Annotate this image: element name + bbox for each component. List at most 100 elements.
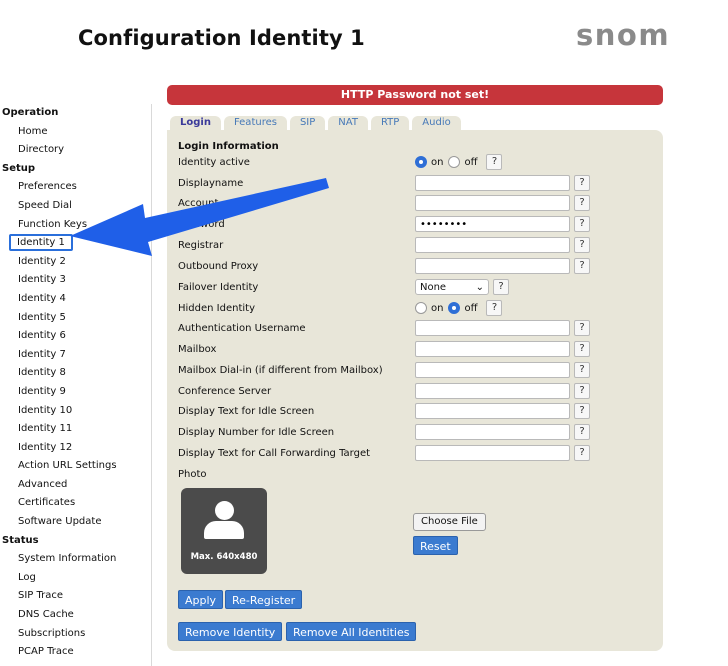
idle-text-help-button[interactable]: ?: [574, 403, 590, 419]
idle-number-input[interactable]: [415, 424, 570, 440]
cfwd-text-input[interactable]: [415, 445, 570, 461]
hidden-identity-control: on off ?: [415, 300, 503, 316]
hidden-identity-off-label: off: [464, 302, 478, 314]
tab-sip[interactable]: SIP: [289, 116, 326, 130]
displayname-input[interactable]: [415, 175, 570, 191]
nav-item-identity-4[interactable]: Identity 4: [0, 290, 151, 309]
nav-item-identity-6[interactable]: Identity 6: [0, 327, 151, 346]
nav-item-identity-1[interactable]: Identity 1: [0, 234, 151, 253]
nav-item-home[interactable]: Home: [0, 123, 151, 142]
reset-button[interactable]: Reset: [413, 536, 458, 555]
account-input[interactable]: [415, 195, 570, 211]
tab-login[interactable]: Login: [170, 116, 221, 130]
nav-item-pcap-trace[interactable]: PCAP Trace: [0, 643, 151, 662]
registrar-control: ?: [415, 237, 590, 253]
hidden-identity-off-radio[interactable]: [448, 302, 461, 314]
nav-item-software-update[interactable]: Software Update: [0, 513, 151, 532]
outbound-proxy-input[interactable]: [415, 258, 570, 274]
tab-bar: Login Features SIP NAT RTP Audio: [170, 116, 461, 130]
identity-active-help-button[interactable]: ?: [486, 154, 503, 170]
idle-number-label: Display Number for Idle Screen: [178, 427, 335, 438]
mailbox-input[interactable]: [415, 341, 570, 357]
login-panel: Login Information Identity active on off…: [167, 130, 663, 651]
conference-server-control: ?: [415, 383, 590, 399]
idle-text-label: Display Text for Idle Screen: [178, 406, 315, 417]
failover-identity-help-button[interactable]: ?: [493, 279, 509, 295]
mailbox-label: Mailbox: [178, 344, 217, 355]
nav-item-identity-8[interactable]: Identity 8: [0, 364, 151, 383]
nav-item-advanced[interactable]: Advanced: [0, 476, 151, 495]
nav-item-speed-dial[interactable]: Speed Dial: [0, 197, 151, 216]
mailbox-dialin-help-button[interactable]: ?: [574, 362, 590, 378]
displayname-control: ?: [415, 175, 590, 191]
nav-group-status: Status: [2, 534, 39, 546]
page-title: Configuration Identity 1: [78, 26, 365, 50]
choose-file-button[interactable]: Choose File: [413, 513, 486, 531]
failover-identity-label: Failover Identity: [178, 282, 259, 293]
nav-item-function-keys[interactable]: Function Keys: [0, 216, 151, 235]
identity-active-off-radio[interactable]: [448, 156, 461, 168]
auth-username-input[interactable]: [415, 320, 570, 336]
conference-server-label: Conference Server: [178, 386, 272, 397]
registrar-help-button[interactable]: ?: [574, 237, 590, 253]
nav-item-dns-cache[interactable]: DNS Cache: [0, 606, 151, 625]
conference-server-help-button[interactable]: ?: [574, 383, 590, 399]
remove-identity-button[interactable]: Remove Identity: [178, 622, 283, 641]
failover-identity-control: None ⌄ ?: [415, 279, 509, 295]
tab-features[interactable]: Features: [223, 116, 287, 130]
displayname-help-button[interactable]: ?: [574, 175, 590, 191]
tab-rtp[interactable]: RTP: [370, 116, 410, 130]
outbound-proxy-help-button[interactable]: ?: [574, 258, 590, 274]
password-control: ?: [415, 216, 590, 232]
photo-size-hint: Max. 640x480: [190, 552, 258, 562]
auth-username-help-button[interactable]: ?: [574, 320, 590, 336]
nav-item-identity-12[interactable]: Identity 12: [0, 439, 151, 458]
cfwd-text-help-button[interactable]: ?: [574, 445, 590, 461]
mailbox-dialin-input[interactable]: [415, 362, 570, 378]
mailbox-help-button[interactable]: ?: [574, 341, 590, 357]
failover-identity-select[interactable]: None ⌄: [415, 279, 489, 295]
nav-item-preferences[interactable]: Preferences: [0, 178, 151, 197]
password-input[interactable]: [415, 216, 570, 232]
nav-group-operation: Operation: [2, 107, 59, 118]
nav-item-identity-9[interactable]: Identity 9: [0, 383, 151, 402]
identity-active-label: Identity active: [178, 157, 250, 168]
tab-nat[interactable]: NAT: [328, 116, 368, 130]
registrar-input[interactable]: [415, 237, 570, 253]
apply-button[interactable]: Apply: [178, 590, 224, 609]
nav-item-identity-5[interactable]: Identity 5: [0, 309, 151, 328]
mailbox-dialin-control: ?: [415, 362, 590, 378]
outbound-proxy-label: Outbound Proxy: [178, 261, 259, 272]
conference-server-input[interactable]: [415, 383, 570, 399]
idle-text-input[interactable]: [415, 403, 570, 419]
nav-item-identity-3[interactable]: Identity 3: [0, 271, 151, 290]
nav-item-system-information[interactable]: System Information: [0, 550, 151, 569]
re-register-button[interactable]: Re-Register: [225, 590, 303, 609]
nav-item-identity-11[interactable]: Identity 11: [0, 420, 151, 439]
nav-item-action-url-settings[interactable]: Action URL Settings: [0, 457, 151, 476]
nav-item-subscriptions[interactable]: Subscriptions: [0, 625, 151, 644]
idle-number-control: ?: [415, 424, 590, 440]
nav-item-identity-2[interactable]: Identity 2: [0, 253, 151, 272]
chevron-down-icon: ⌄: [475, 281, 484, 293]
hidden-identity-on-radio[interactable]: [415, 302, 427, 314]
account-label: Account: [178, 198, 219, 209]
nav-item-sip-trace[interactable]: SIP Trace: [0, 587, 151, 606]
nav-item-certificates[interactable]: Certificates: [0, 494, 151, 513]
remove-all-identities-button[interactable]: Remove All Identities: [286, 622, 417, 641]
nav-item-identity-7[interactable]: Identity 7: [0, 346, 151, 365]
nav-item-directory[interactable]: Directory: [0, 141, 151, 160]
password-warning-banner: HTTP Password not set!: [167, 85, 663, 105]
idle-number-help-button[interactable]: ?: [574, 424, 590, 440]
hidden-identity-help-button[interactable]: ?: [486, 300, 503, 316]
identity-active-on-radio[interactable]: [415, 156, 427, 168]
nav-item-identity-10[interactable]: Identity 10: [0, 402, 151, 421]
account-control: ?: [415, 195, 590, 211]
identity-active-control: on off ?: [415, 154, 503, 170]
tab-audio[interactable]: Audio: [412, 116, 461, 130]
mailbox-control: ?: [415, 341, 590, 357]
password-help-button[interactable]: ?: [574, 216, 590, 232]
nav-item-log[interactable]: Log: [0, 569, 151, 588]
account-help-button[interactable]: ?: [574, 195, 590, 211]
sidebar-nav: Operation Home Directory Setup Preferenc…: [0, 104, 152, 666]
